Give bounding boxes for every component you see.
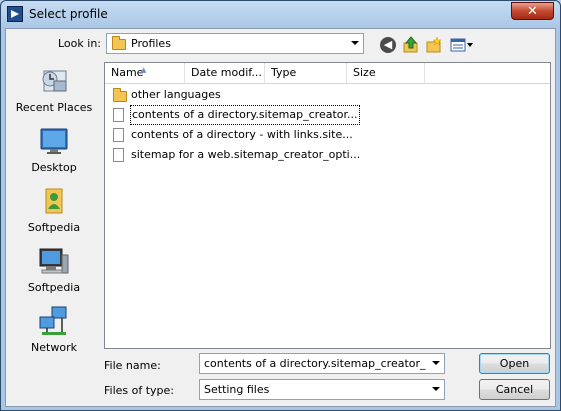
file-name: other languages	[131, 88, 221, 101]
column-size[interactable]: Size	[347, 63, 425, 83]
sort-ascending-icon: ▲	[141, 66, 147, 74]
column-label: Date modif...	[191, 66, 262, 79]
file-type-dropdown[interactable]: Setting files	[199, 379, 445, 400]
views-menu-icon[interactable]	[449, 36, 475, 54]
file-name-field[interactable]: contents of a directory.sitemap_creator_…	[199, 353, 445, 374]
file-name: contents of a directory.sitemap_creator.…	[130, 105, 360, 125]
document-icon	[113, 148, 124, 162]
places-bar: Recent Places Desktop Softpedia Softpedi…	[8, 65, 100, 354]
column-date-modified[interactable]: Date modif...	[185, 63, 265, 83]
place-recent-places[interactable]: Recent Places	[8, 65, 100, 121]
desktop-icon	[40, 128, 68, 154]
list-item[interactable]: contents of a directory.sitemap_creator.…	[111, 105, 360, 125]
list-item[interactable]: other languages	[111, 86, 351, 104]
column-label: Name	[111, 66, 144, 79]
chevron-down-icon	[432, 387, 440, 391]
back-icon[interactable]: ◀	[380, 37, 396, 53]
place-label: Softpedia	[27, 281, 81, 294]
file-type-value: Setting files	[204, 383, 270, 396]
file-name-label: File name:	[104, 359, 161, 372]
column-type[interactable]: Type	[265, 63, 347, 83]
file-name: contents of a directory - with links.sit…	[131, 128, 353, 141]
app-icon	[7, 6, 23, 22]
close-button[interactable]: ✕	[511, 2, 554, 20]
window-title: Select profile	[29, 7, 108, 21]
place-user-folder[interactable]: Softpedia	[8, 185, 100, 241]
column-label: Type	[271, 66, 297, 79]
chevron-down-icon	[351, 41, 359, 45]
place-label: Softpedia	[27, 221, 81, 234]
look-in-dropdown[interactable]: Profiles	[106, 33, 364, 54]
chevron-down-icon	[432, 361, 440, 365]
folder-icon	[112, 36, 126, 50]
document-icon	[113, 108, 124, 122]
look-in-label: Look in:	[58, 37, 101, 50]
look-in-value: Profiles	[131, 37, 171, 50]
place-computer[interactable]: Softpedia	[8, 245, 100, 301]
column-label: Size	[353, 66, 376, 79]
place-label: Desktop	[31, 161, 77, 174]
list-item[interactable]: contents of a directory - with links.sit…	[111, 126, 353, 144]
file-type-label: Files of type:	[104, 384, 175, 397]
user-folder-icon	[45, 188, 63, 214]
file-list[interactable]: ▲ Name Date modif... Type Size other lan…	[104, 62, 551, 349]
network-icon	[39, 306, 67, 335]
dialog-body: Look in: Profiles ◀ Recent Places Deskto…	[5, 28, 556, 407]
document-icon	[113, 128, 124, 142]
up-folder-icon[interactable]	[402, 36, 420, 54]
column-name[interactable]: ▲ Name	[105, 63, 185, 83]
title-bar[interactable]: Select profile ✕	[1, 1, 560, 27]
select-profile-dialog: Select profile ✕ Look in: Profiles ◀ Rec…	[0, 0, 561, 411]
place-label: Recent Places	[15, 101, 93, 114]
recent-places-icon	[42, 70, 67, 92]
list-item[interactable]: sitemap for a web.sitemap_creator_opti..…	[111, 146, 360, 164]
folder-icon	[113, 88, 127, 102]
place-network[interactable]: Network	[8, 305, 100, 361]
cancel-button[interactable]: Cancel	[479, 379, 550, 400]
open-button[interactable]: Open	[479, 353, 550, 374]
place-label: Network	[31, 341, 77, 354]
file-name: sitemap for a web.sitemap_creator_opti..…	[131, 148, 361, 161]
new-folder-icon[interactable]	[425, 36, 443, 54]
file-name-value: contents of a directory.sitemap_creator_…	[204, 357, 426, 370]
column-header-row: ▲ Name Date modif... Type Size	[105, 63, 550, 84]
computer-icon	[39, 248, 69, 274]
place-desktop[interactable]: Desktop	[8, 125, 100, 181]
